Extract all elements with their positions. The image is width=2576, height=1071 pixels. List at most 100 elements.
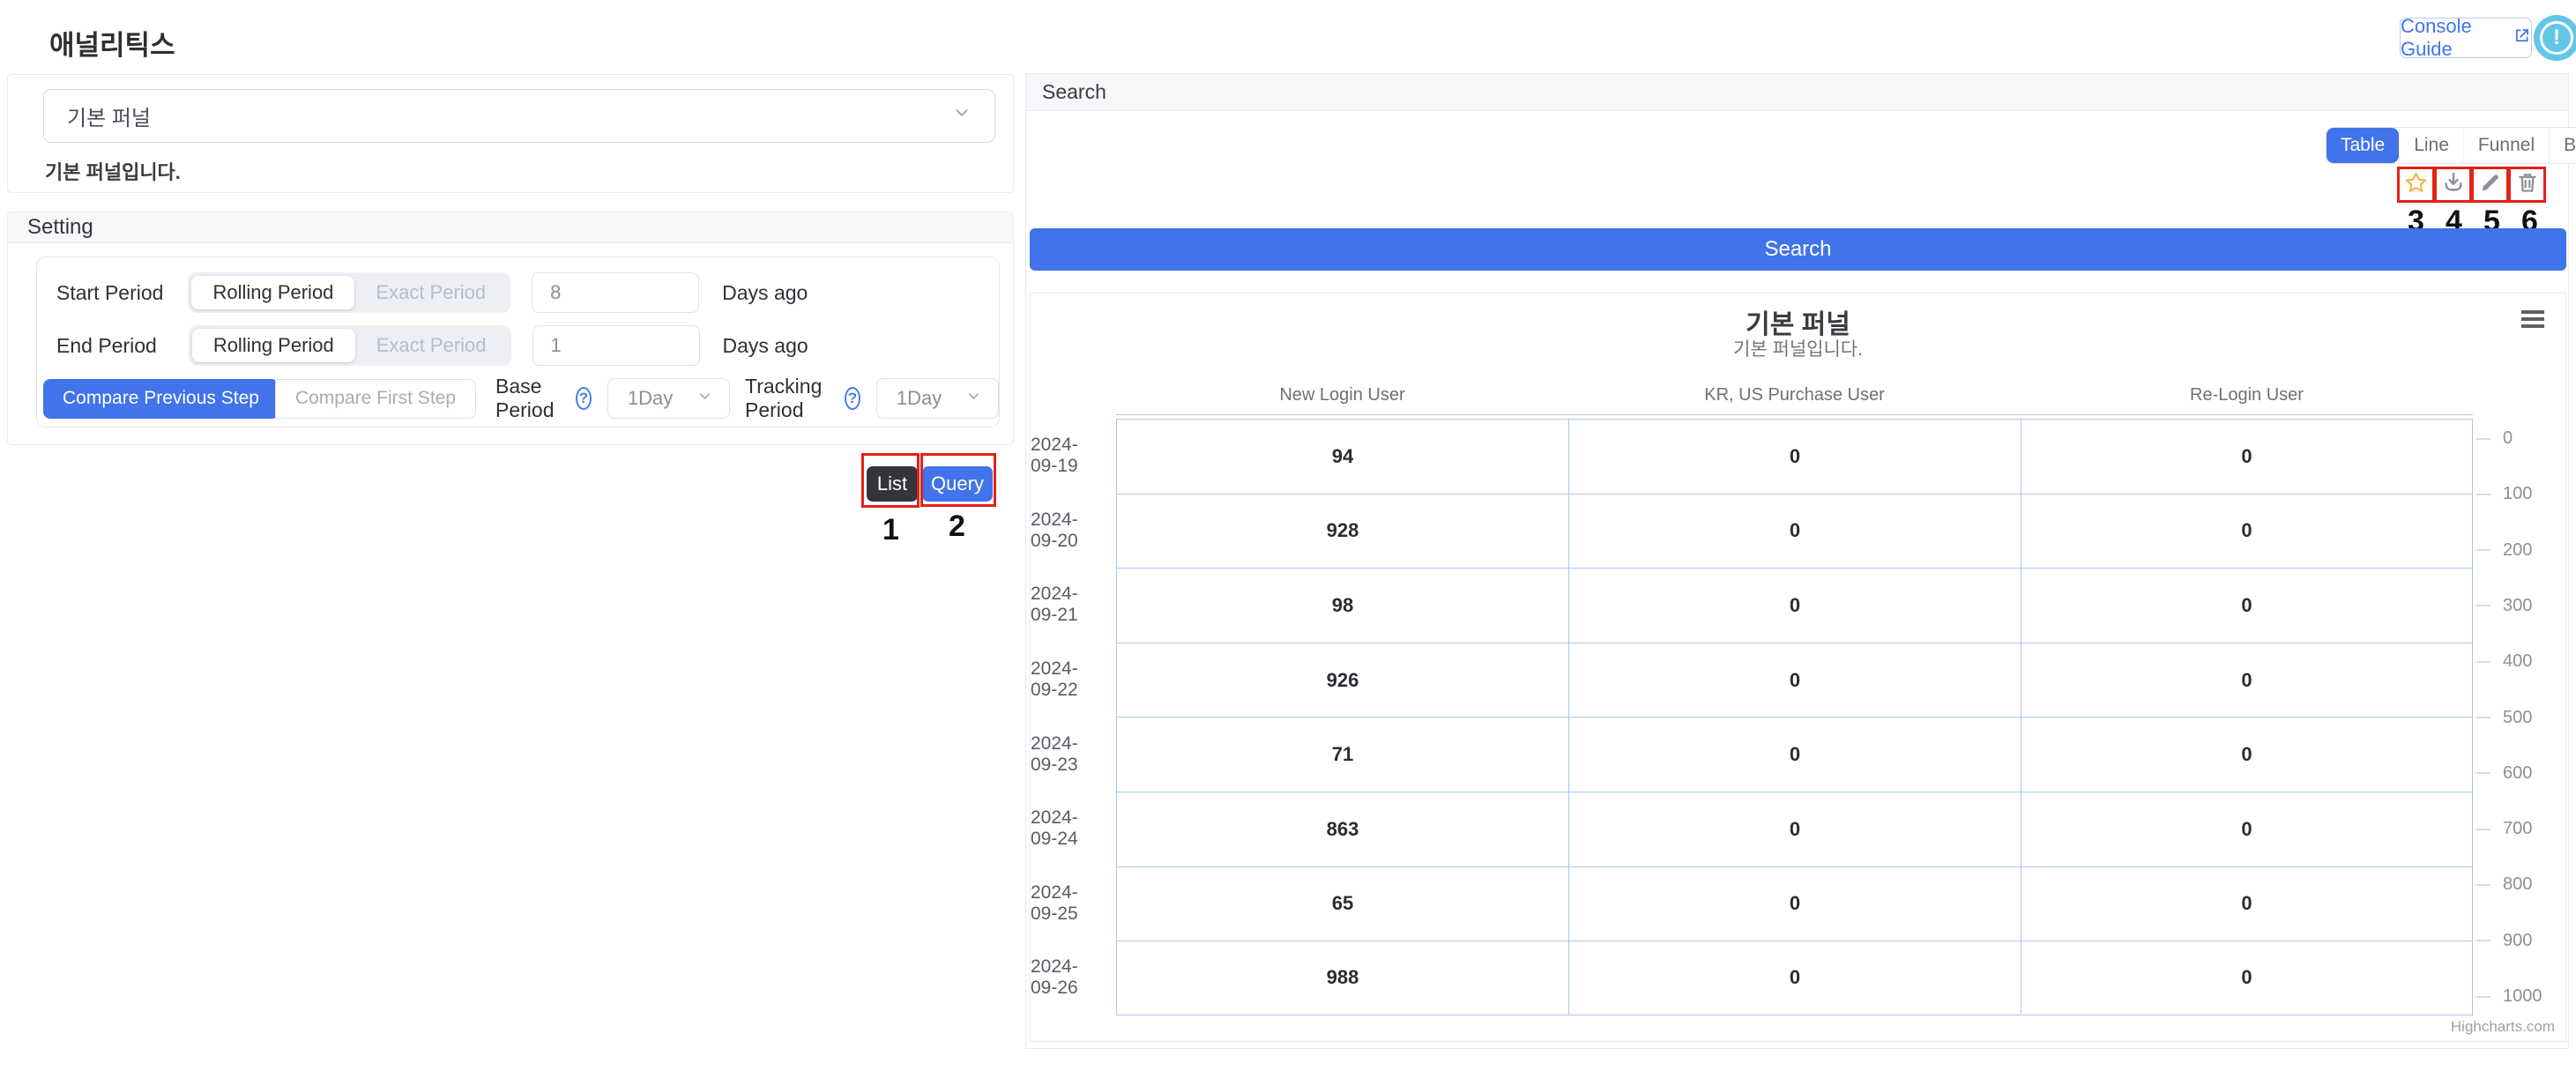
- annotation-label-1: 1: [882, 513, 899, 547]
- row-value: 988: [1116, 941, 1568, 1015]
- row-value: 98: [1116, 568, 1568, 643]
- chart-card: 기본 퍼널 기본 퍼널입니다. New Login UserKR, US Pur…: [1030, 293, 2566, 1042]
- row-date: 2024-09-20: [1031, 494, 1116, 569]
- row-value: 0: [1568, 717, 2021, 792]
- setting-header: Setting: [8, 212, 1013, 243]
- date-column-spacer: [1031, 385, 1116, 415]
- tick-mark: [2476, 717, 2490, 718]
- table-row: 2024-09-2698800: [1031, 941, 2558, 1015]
- start-exact-period-option[interactable]: Exact Period: [354, 276, 507, 309]
- y-axis-tick: 400: [2476, 651, 2532, 672]
- setting-card: Setting Start Period Rolling Period Exac…: [7, 212, 1014, 445]
- chevron-down-icon: [696, 387, 713, 410]
- table-row: 2024-09-199400: [1031, 419, 2558, 494]
- search-panel: Search TableLineFunnelBar: [1025, 73, 2569, 1049]
- row-value: 0: [1568, 941, 2021, 1015]
- query-button[interactable]: Query: [922, 466, 993, 502]
- table-row: 2024-09-237100: [1031, 717, 2558, 792]
- base-period-value: 1Day: [628, 387, 673, 410]
- column-header: Re-Login User: [2021, 385, 2473, 415]
- row-value: 0: [1568, 568, 2021, 643]
- row-value: 0: [1568, 494, 2021, 569]
- end-period-input[interactable]: 1: [532, 325, 700, 366]
- tick-mark: [2476, 940, 2490, 941]
- console-guide-button[interactable]: Console Guide: [2400, 18, 2532, 58]
- tick-mark: [2476, 438, 2490, 440]
- y-axis-tick: 1000: [2476, 986, 2542, 1007]
- y-axis-tick: 600: [2476, 763, 2532, 784]
- funnel-selector-card: 기본 퍼널 기본 퍼널입니다.: [7, 74, 1014, 193]
- chart-subtitle: 기본 퍼널입니다.: [1031, 335, 2565, 361]
- trash-icon: [2515, 170, 2540, 199]
- chevron-down-icon: [965, 387, 982, 410]
- tick-mark: [2476, 494, 2490, 495]
- funnel-table-rows: 2024-09-1994002024-09-20928002024-09-219…: [1031, 419, 2558, 1015]
- console-guide-label: Console Guide: [2401, 15, 2505, 61]
- base-period-select[interactable]: 1Day: [607, 378, 730, 419]
- start-rolling-period-option[interactable]: Rolling Period: [191, 276, 354, 309]
- compare-row: Compare Previous Step Compare First Step…: [37, 378, 999, 419]
- y-axis-tick: 0: [2476, 428, 2513, 449]
- tracking-period-select[interactable]: 1Day: [876, 378, 999, 419]
- funnel-select-value: 기본 퍼널: [67, 100, 151, 131]
- y-axis-tick: 300: [2476, 596, 2532, 616]
- row-value: 65: [1116, 866, 1568, 941]
- y-axis-tick: 800: [2476, 874, 2532, 895]
- help-fab-button[interactable]: !: [2534, 15, 2576, 61]
- row-value: 0: [2021, 792, 2473, 866]
- tick-mark: [2476, 772, 2490, 774]
- view-tab-bar[interactable]: Bar: [2549, 128, 2576, 163]
- tick-label: 1000: [2503, 986, 2542, 1007]
- row-date: 2024-09-26: [1031, 941, 1116, 1015]
- setting-form: Start Period Rolling Period Exact Period…: [36, 257, 1000, 428]
- tracking-period-help-icon[interactable]: ?: [845, 387, 860, 410]
- action-icons-row: [2397, 167, 2545, 203]
- row-value: 0: [1568, 643, 2021, 718]
- start-period-input[interactable]: 8: [532, 272, 699, 313]
- search-submit-button[interactable]: Search: [1030, 228, 2566, 271]
- compare-first-step-option[interactable]: Compare First Step: [275, 379, 476, 419]
- funnel-table-header: New Login UserKR, US Purchase UserRe-Log…: [1031, 385, 2558, 415]
- chevron-down-icon: [952, 103, 972, 129]
- chart-context-menu-icon[interactable]: [2521, 310, 2544, 331]
- tracking-period-value: 1Day: [897, 387, 942, 410]
- favorite-button[interactable]: [2397, 167, 2435, 203]
- row-value: 0: [2021, 866, 2473, 941]
- edit-button[interactable]: [2471, 167, 2509, 203]
- highcharts-credit: Highcharts.com: [2451, 1018, 2555, 1036]
- row-value: 0: [1568, 792, 2021, 866]
- compare-previous-step-option[interactable]: Compare Previous Step: [43, 379, 279, 419]
- tick-mark: [2476, 829, 2490, 830]
- end-period-mode-toggle: Rolling Period Exact Period: [189, 325, 511, 366]
- y-axis-tick: 900: [2476, 931, 2532, 951]
- end-period-label: End Period: [56, 334, 157, 358]
- table-row: 2024-09-2092800: [1031, 494, 2558, 569]
- end-rolling-period-option[interactable]: Rolling Period: [192, 329, 355, 362]
- table-row: 2024-09-219800: [1031, 568, 2558, 643]
- view-tab-table[interactable]: Table: [2327, 128, 2399, 163]
- view-tab-funnel[interactable]: Funnel: [2463, 128, 2549, 163]
- tick-mark: [2476, 605, 2490, 606]
- row-value: 71: [1116, 717, 1568, 792]
- tick-label: 200: [2503, 540, 2532, 561]
- tick-label: 900: [2503, 931, 2532, 951]
- download-icon: [2441, 170, 2466, 199]
- delete-button[interactable]: [2508, 167, 2546, 203]
- row-value: 0: [2021, 717, 2473, 792]
- table-row: 2024-09-2486300: [1031, 792, 2558, 866]
- download-button[interactable]: [2434, 167, 2472, 203]
- list-button[interactable]: List: [867, 466, 918, 502]
- row-value: 0: [2021, 494, 2473, 569]
- annotation-label-2: 2: [949, 509, 965, 544]
- start-period-label: Start Period: [56, 281, 163, 305]
- view-tab-line[interactable]: Line: [2399, 128, 2463, 163]
- funnel-select[interactable]: 기본 퍼널: [43, 89, 995, 143]
- y-axis-tick: 500: [2476, 708, 2532, 728]
- end-exact-period-option[interactable]: Exact Period: [355, 329, 508, 362]
- table-row: 2024-09-256500: [1031, 866, 2558, 941]
- base-period-help-icon[interactable]: ?: [576, 387, 592, 410]
- compare-toggle: Compare Previous Step Compare First Step: [43, 379, 476, 419]
- row-date: 2024-09-23: [1031, 717, 1116, 792]
- search-panel-title: Search: [1026, 74, 2568, 111]
- tracking-period-label: Tracking Period: [745, 375, 834, 422]
